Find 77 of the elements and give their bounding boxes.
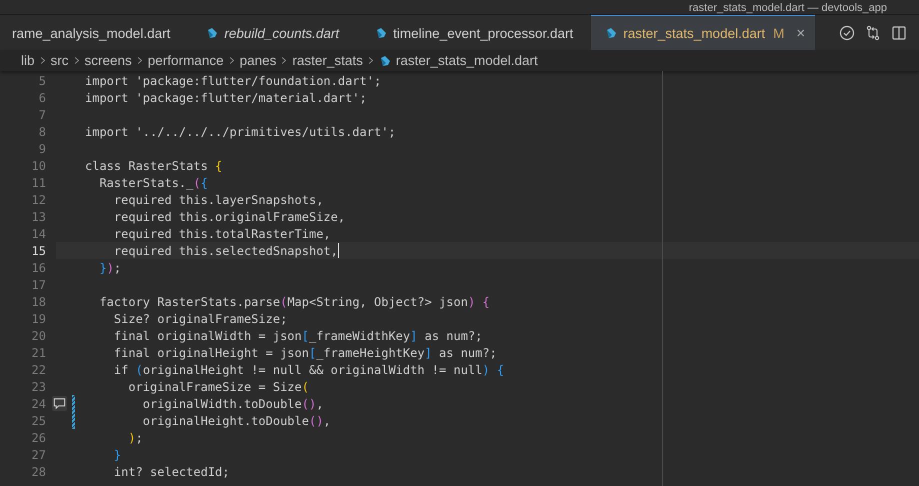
tab-label: raster_stats_model.dart <box>623 26 766 40</box>
tab-label: rebuild_counts.dart <box>224 26 340 40</box>
editor-tab[interactable]: rame_analysis_model.dart <box>0 15 188 50</box>
code-line: RasterStats._({ <box>98 176 208 190</box>
code-line: final originalHeight = json[_frameHeightKey] as num?; <box>112 346 497 360</box>
tab-label: rame_analysis_model.dart <box>12 26 170 40</box>
code-line: required this.selectedSnapshot, <box>112 243 340 258</box>
code-line: int? selectedId; <box>112 464 230 478</box>
dart-file-icon <box>375 27 388 39</box>
code-line: originalWidth.toDouble(), <box>142 396 324 410</box>
code-line: } <box>112 448 122 462</box>
window-title: raster_stats_model.dart — devtools_app <box>688 2 887 14</box>
line-number: 12 <box>30 192 46 206</box>
editor-tab[interactable]: rebuild_counts.dart <box>188 15 358 50</box>
line-number: 11 <box>30 176 46 190</box>
line-number: 20 <box>30 328 46 342</box>
breadcrumb-item[interactable]: raster_stats_model.dart <box>396 53 538 68</box>
code-line: class RasterStats { <box>85 158 222 172</box>
chevron-icon <box>40 56 46 65</box>
code-line: ); <box>127 430 143 444</box>
code-line: import 'package:flutter/material.dart'; <box>85 90 367 104</box>
tab-label: timeline_event_processor.dart <box>393 26 574 40</box>
line-number: 5 <box>38 74 46 88</box>
code-line: required this.originalFrameSize, <box>112 210 346 224</box>
breadcrumb-item[interactable]: screens <box>84 53 132 68</box>
comment-icon[interactable] <box>52 396 66 411</box>
check-circle-icon[interactable] <box>839 24 855 40</box>
editor-tab[interactable]: timeline_event_processor.dart <box>357 15 592 50</box>
code-line: originalHeight.toDouble(), <box>142 414 331 428</box>
chevron-icon <box>136 56 143 65</box>
line-number: 8 <box>38 124 46 138</box>
chevron-icon <box>281 56 288 65</box>
editor-tab[interactable]: raster_stats_model.dart M × <box>591 15 816 50</box>
line-number: 17 <box>30 278 46 292</box>
breadcrumb-item[interactable]: performance <box>148 53 224 68</box>
code-line: required this.totalRasterTime, <box>112 226 331 240</box>
chevron-icon <box>228 56 235 65</box>
line-number: 14 <box>30 226 46 240</box>
line-number: 16 <box>30 260 46 274</box>
code-line: import 'package:flutter/foundation.dart'; <box>85 74 382 88</box>
dart-file-icon <box>378 54 391 66</box>
line-number: 25 <box>30 414 46 428</box>
code-line: Size? originalFrameSize; <box>112 312 288 326</box>
breadcrumb-item[interactable]: raster_stats <box>292 53 363 68</box>
line-number: 21 <box>30 346 46 360</box>
line-number: 22 <box>30 362 46 376</box>
code-line: required this.layerSnapshots, <box>112 192 324 206</box>
line-number: 13 <box>30 210 46 224</box>
line-number: 15 <box>30 244 46 258</box>
split-editor-icon[interactable] <box>891 24 907 40</box>
breadcrumb-item[interactable]: src <box>50 53 69 68</box>
line-number: 26 <box>30 430 46 444</box>
compare-changes-icon[interactable] <box>865 24 881 40</box>
breadcrumb-item[interactable]: lib <box>21 53 35 68</box>
code-line: if (originalHeight != null && originalWidth != null) { <box>112 362 504 376</box>
line-number: 7 <box>38 108 46 122</box>
line-number: 27 <box>30 448 46 462</box>
close-tab-button[interactable]: × <box>796 24 806 42</box>
code-line: final originalWidth = json[_frameWidthKey] as num?; <box>112 328 482 342</box>
code-line: }); <box>98 260 122 274</box>
line-number: 28 <box>30 464 46 478</box>
line-number: 23 <box>30 380 46 394</box>
chevron-icon <box>368 56 374 65</box>
code-line: import '../../../../primitives/utils.dart'; <box>85 124 396 138</box>
line-number: 9 <box>38 142 46 156</box>
line-number: 6 <box>38 90 46 104</box>
dart-file-icon <box>206 27 218 39</box>
line-number: 10 <box>30 158 46 172</box>
line-number: 18 <box>30 294 46 308</box>
line-number: 24 <box>30 396 46 410</box>
modified-label: M <box>773 26 784 40</box>
dart-file-icon <box>605 27 618 39</box>
breadcrumb-item[interactable]: panes <box>240 53 276 68</box>
code-line: originalFrameSize = Size( <box>127 380 309 394</box>
code-line: factory RasterStats.parse(Map<String, Object?> json) { <box>98 294 490 308</box>
line-number: 19 <box>30 312 46 326</box>
chevron-icon <box>74 56 80 65</box>
